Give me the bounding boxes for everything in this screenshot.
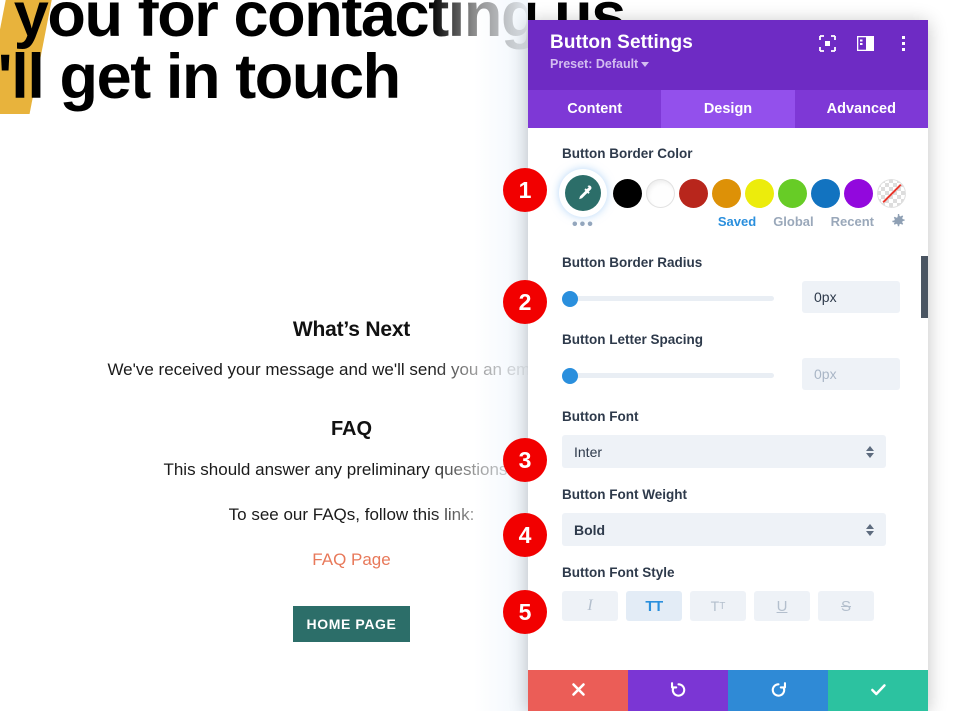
palette-controls-row: ••• Saved Global Recent xyxy=(562,214,906,236)
swatch-white[interactable] xyxy=(646,178,675,208)
swatch-blue[interactable] xyxy=(811,178,840,208)
tab-design[interactable]: Design xyxy=(661,90,795,128)
font-style-italic-button[interactable]: I xyxy=(562,591,618,621)
panel-tabs: Content Design Advanced xyxy=(528,90,928,128)
font-style-small-caps-button[interactable]: TT xyxy=(690,591,746,621)
border-radius-control xyxy=(562,281,906,313)
button-font-weight-label: Button Font Weight xyxy=(562,487,687,502)
letter-spacing-control xyxy=(562,358,906,390)
panel-header: Button Settings Preset: Default xyxy=(528,20,928,90)
swatch-black[interactable] xyxy=(613,178,642,208)
slider-track xyxy=(562,373,774,378)
font-style-button-group: I TT TT U S xyxy=(562,591,906,621)
preset-label: Preset: Default xyxy=(550,57,639,71)
font-style-uppercase-button[interactable]: TT xyxy=(626,591,682,621)
button-settings-panel: Button Settings Preset: Default Content … xyxy=(528,20,928,711)
button-font-weight-select-wrap: Bold xyxy=(562,513,886,546)
cancel-button[interactable] xyxy=(528,670,628,711)
eyedropper-icon xyxy=(565,175,601,211)
panel-scrollbar-thumb[interactable] xyxy=(921,256,928,318)
palette-tabs: Saved Global Recent xyxy=(718,214,906,229)
tab-content[interactable]: Content xyxy=(528,90,661,128)
annotation-badge-4: 4 xyxy=(503,513,547,557)
font-style-underline-button[interactable]: U xyxy=(754,591,810,621)
undo-button[interactable] xyxy=(628,670,728,711)
border-radius-slider[interactable] xyxy=(562,289,774,307)
redo-icon xyxy=(769,680,788,702)
annotation-badge-1: 1 xyxy=(503,168,547,212)
field-button-border-color: Button Border Color ••• Saved Global Rec… xyxy=(562,146,906,236)
field-button-letter-spacing: Button Letter Spacing xyxy=(562,332,906,390)
redo-button[interactable] xyxy=(728,670,828,711)
swatch-yellow[interactable] xyxy=(745,178,774,208)
button-font-style-label: Button Font Style xyxy=(562,565,675,580)
color-picker-selected-swatch[interactable] xyxy=(562,172,604,214)
annotation-badge-2: 2 xyxy=(503,280,547,324)
annotation-badge-3: 3 xyxy=(503,438,547,482)
field-button-font-style: Button Font Style I TT TT U S xyxy=(562,565,906,621)
preset-selector[interactable]: Preset: Default xyxy=(550,57,650,71)
more-colors-icon[interactable]: ••• xyxy=(572,216,595,234)
slider-thumb[interactable] xyxy=(562,368,578,384)
button-font-select-wrap: Inter xyxy=(562,435,886,468)
panel-body: Button Border Color ••• Saved Global Rec… xyxy=(528,128,928,670)
button-font-label: Button Font xyxy=(562,409,639,424)
swatch-dark-red[interactable] xyxy=(679,178,708,208)
field-button-font-weight: Button Font Weight Bold xyxy=(562,487,906,546)
more-vertical-icon[interactable] xyxy=(894,34,912,52)
color-swatch-row xyxy=(562,172,906,214)
border-color-label: Button Border Color xyxy=(562,146,693,161)
annotation-badge-5: 5 xyxy=(503,590,547,634)
panel-header-actions xyxy=(818,34,912,52)
screen-root: k you for contacting us e'll get in touc… xyxy=(0,0,961,711)
border-radius-input[interactable] xyxy=(802,281,900,313)
tab-advanced[interactable]: Advanced xyxy=(795,90,928,128)
layout-panel-icon[interactable] xyxy=(856,34,874,52)
swatch-green[interactable] xyxy=(778,178,807,208)
button-font-weight-select[interactable]: Bold xyxy=(562,513,886,546)
letter-spacing-input[interactable] xyxy=(802,358,900,390)
palette-tab-saved[interactable]: Saved xyxy=(718,214,756,229)
panel-footer xyxy=(528,670,928,711)
slider-track xyxy=(562,296,774,301)
close-icon xyxy=(570,681,587,701)
gear-icon[interactable] xyxy=(891,214,906,229)
button-font-select[interactable]: Inter xyxy=(562,435,886,468)
slider-thumb[interactable] xyxy=(562,291,578,307)
next-field-partial xyxy=(562,643,906,657)
field-button-border-radius: Button Border Radius xyxy=(562,255,906,313)
home-page-button[interactable]: HOME PAGE xyxy=(293,606,410,642)
letter-spacing-label: Button Letter Spacing xyxy=(562,332,703,347)
palette-tab-global[interactable]: Global xyxy=(773,214,813,229)
border-radius-label: Button Border Radius xyxy=(562,255,703,270)
focus-icon[interactable] xyxy=(818,34,836,52)
chevron-down-icon xyxy=(641,62,650,68)
swatch-orange[interactable] xyxy=(712,178,741,208)
panel-scrollbar[interactable] xyxy=(921,128,928,670)
letter-spacing-slider[interactable] xyxy=(562,366,774,384)
field-button-font: Button Font Inter xyxy=(562,409,906,468)
swatch-transparent[interactable] xyxy=(877,178,906,208)
check-icon xyxy=(869,680,888,702)
palette-tab-recent[interactable]: Recent xyxy=(831,214,874,229)
swatch-purple[interactable] xyxy=(844,178,873,208)
font-style-strikethrough-button[interactable]: S xyxy=(818,591,874,621)
save-button[interactable] xyxy=(828,670,928,711)
undo-icon xyxy=(669,680,688,702)
